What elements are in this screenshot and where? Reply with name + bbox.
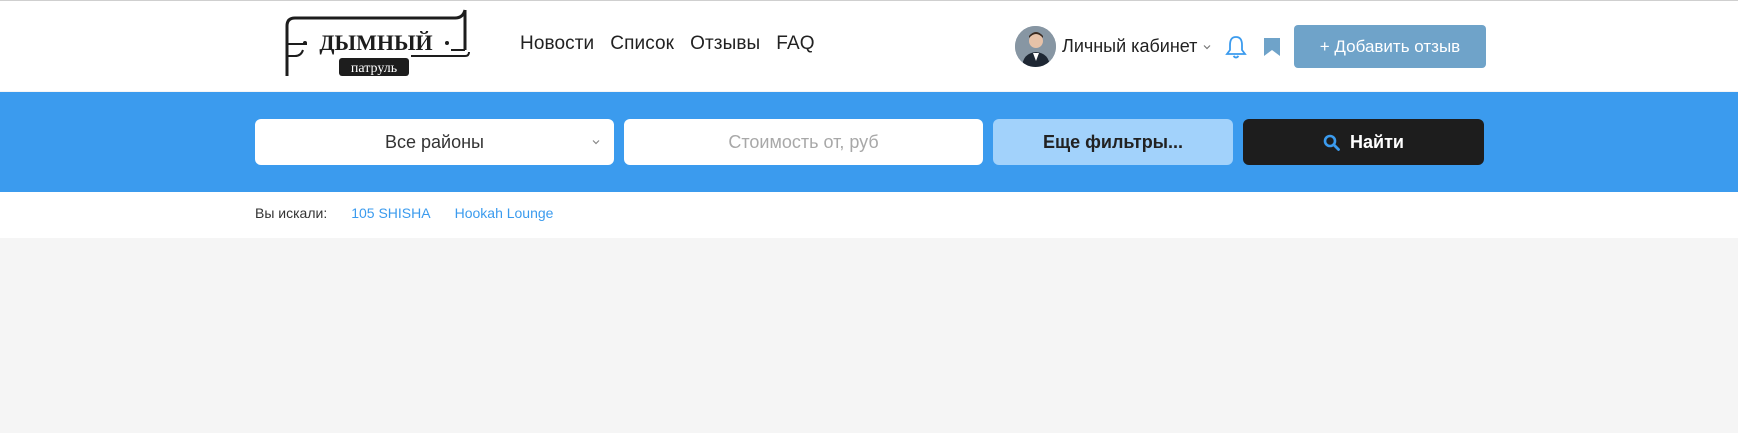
find-button-label: Найти <box>1350 131 1404 152</box>
avatar[interactable] <box>1015 26 1056 67</box>
logo-subtitle: патруль <box>351 61 397 76</box>
search-history-label: Вы искали: <box>255 205 328 221</box>
price-input[interactable] <box>624 118 983 166</box>
district-select[interactable]: Все районы <box>255 119 614 165</box>
add-review-button[interactable]: + Добавить отзыв <box>1294 25 1486 68</box>
nav-faq[interactable]: FAQ <box>776 33 814 55</box>
search-tag[interactable]: 105 SHISHA <box>351 205 430 221</box>
chevron-down-icon <box>592 140 600 145</box>
site-header: ДЫМНЫЙ патруль Новости Список Отзывы FAQ… <box>0 1 1738 91</box>
search-icon <box>1323 134 1340 151</box>
chevron-down-icon[interactable] <box>1203 43 1211 51</box>
site-logo[interactable]: ДЫМНЫЙ патруль <box>281 6 471 82</box>
search-tag[interactable]: Hookah Lounge <box>455 205 554 221</box>
search-band: Все районы Еще фильтры... Найти <box>0 92 1738 192</box>
nav-reviews[interactable]: Отзывы <box>690 33 760 55</box>
search-history-bar: Вы искали: 105 SHISHA Hookah Lounge <box>0 192 1738 238</box>
bookmark-icon[interactable] <box>1263 37 1281 57</box>
find-button[interactable]: Найти <box>1243 119 1484 165</box>
logo-title: ДЫМНЫЙ <box>319 30 432 55</box>
nav-list[interactable]: Список <box>610 33 674 55</box>
district-select-value: Все районы <box>385 131 484 152</box>
nav-news[interactable]: Новости <box>520 33 594 55</box>
account-menu[interactable]: Личный кабинет <box>1015 26 1211 67</box>
price-field[interactable] <box>624 118 983 166</box>
search-history: Вы искали: 105 SHISHA Hookah Lounge <box>255 205 553 221</box>
more-filters-button[interactable]: Еще фильтры... <box>993 119 1233 165</box>
account-label[interactable]: Личный кабинет <box>1062 36 1197 57</box>
bell-icon[interactable] <box>1225 35 1247 59</box>
main-nav: Новости Список Отзывы FAQ <box>520 33 815 55</box>
